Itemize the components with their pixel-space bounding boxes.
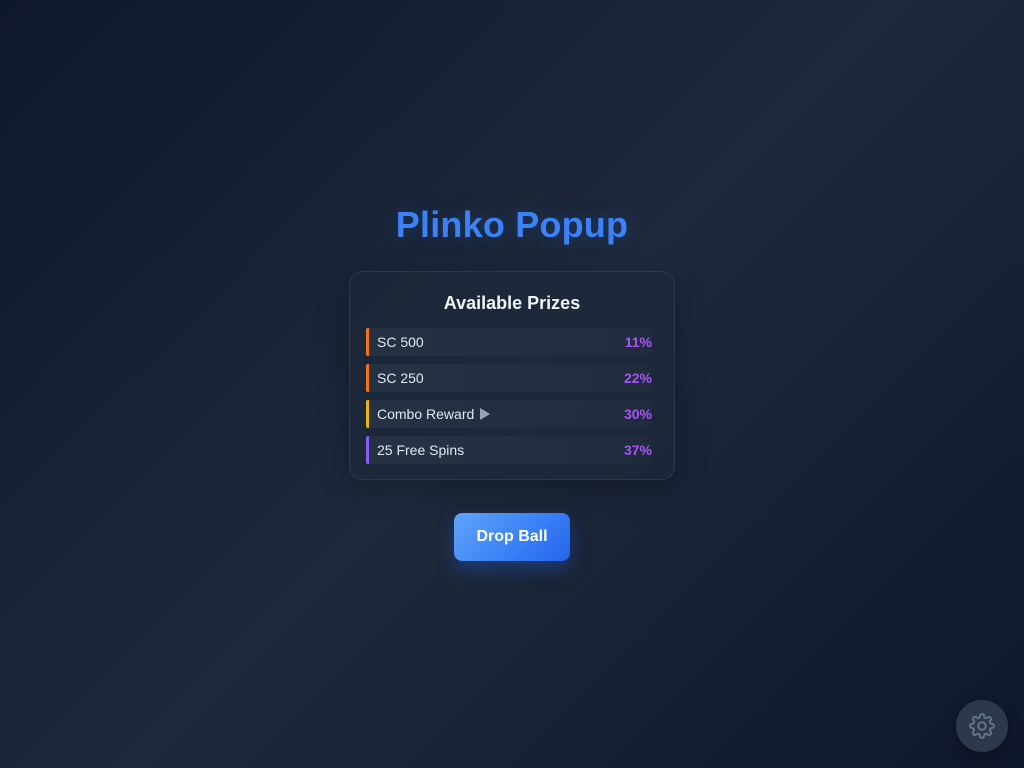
prize-label: SC 500 bbox=[377, 334, 424, 350]
settings-button[interactable] bbox=[956, 700, 1008, 752]
prize-label: 25 Free Spins bbox=[377, 442, 465, 458]
prize-row-25-free-spins: 25 Free Spins 37% bbox=[366, 436, 652, 464]
prize-percent: 37% bbox=[623, 442, 652, 458]
gear-icon bbox=[969, 713, 995, 739]
prize-row-sc-500: SC 500 11% bbox=[366, 328, 652, 356]
prize-label: SC 250 bbox=[377, 370, 424, 386]
prizes-panel-title: Available Prizes bbox=[443, 293, 581, 313]
page-title: Plinko Popup bbox=[395, 204, 629, 245]
prize-row-combo-reward: Combo Reward 30% bbox=[366, 400, 652, 428]
prize-percent: 11% bbox=[624, 334, 652, 350]
prize-row-sc-250: SC 250 22% bbox=[366, 364, 652, 392]
prize-label: Combo Reward bbox=[377, 406, 475, 422]
prize-list: SC 500 11% SC 250 22% Combo Reward 30% 2… bbox=[366, 328, 652, 472]
play-triangle-icon bbox=[480, 408, 491, 420]
prize-percent: 30% bbox=[623, 406, 652, 422]
prize-label-wrap: Combo Reward bbox=[377, 406, 491, 422]
game-stage: Plinko Popup Available Prizes SC 500 11%… bbox=[0, 0, 1024, 768]
prizes-panel: Available Prizes SC 500 11% SC 250 22% C… bbox=[349, 271, 675, 480]
prize-percent: 22% bbox=[623, 370, 652, 386]
drop-ball-button[interactable]: Drop Ball bbox=[454, 513, 570, 561]
